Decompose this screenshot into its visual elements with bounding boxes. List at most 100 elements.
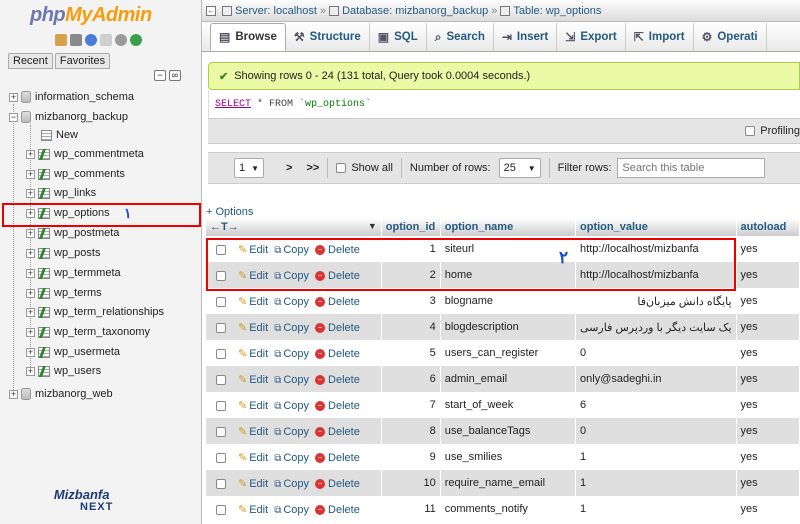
cell-option-value[interactable]: 0 — [575, 340, 737, 366]
expand-icon[interactable]: + — [26, 188, 35, 198]
delete-action[interactable]: − Delete — [315, 478, 360, 490]
copy-action[interactable]: ⧉ Copy — [274, 452, 309, 464]
logout-icon[interactable] — [70, 34, 82, 46]
cell-option-id[interactable]: 5 — [381, 340, 441, 366]
delete-action[interactable]: − Delete — [315, 426, 360, 438]
row-checkbox[interactable] — [216, 478, 226, 489]
expand-icon[interactable]: + — [26, 366, 35, 376]
sidebar-table-wp-term-relationships[interactable]: + wp_term_relationships — [26, 303, 164, 321]
breadcrumb-server[interactable]: Server: localhost — [235, 5, 317, 17]
header-option-value[interactable]: option_value — [575, 218, 737, 236]
sidebar-table-wp-term-taxonomy[interactable]: + wp_term_taxonomy — [26, 323, 150, 341]
table-label[interactable]: wp_posts — [54, 247, 100, 259]
expand-icon[interactable]: + — [26, 307, 35, 317]
copy-action[interactable]: ⧉ Copy — [274, 426, 309, 438]
table-label[interactable]: wp_term_taxonomy — [54, 326, 150, 338]
show-all-label[interactable]: Show all — [351, 162, 393, 174]
edit-action[interactable]: ✎ Edit — [238, 322, 268, 334]
help-icon[interactable] — [85, 34, 97, 46]
table-label[interactable]: wp_term_relationships — [54, 306, 164, 318]
sidebar-table-wp-links[interactable]: + wp_links — [26, 184, 96, 202]
sidebar-table-wp-comments[interactable]: + wp_comments — [26, 165, 125, 183]
cell-option-name[interactable]: comments_notify — [440, 496, 577, 522]
delete-label[interactable]: Delete — [328, 426, 360, 438]
table-icon[interactable] — [38, 346, 50, 358]
copy-action[interactable]: ⧉ Copy — [274, 504, 309, 516]
copy-action[interactable]: ⧉ Copy — [274, 296, 309, 308]
edit-action[interactable]: ✎ Edit — [238, 374, 268, 386]
sidebar-table-wp-termmeta[interactable]: + wp_termmeta — [26, 264, 121, 282]
cell-autoload[interactable]: yes — [736, 496, 800, 522]
cell-option-name[interactable]: blogdescription — [440, 314, 577, 340]
cell-option-value[interactable]: 1 — [575, 444, 737, 470]
cell-autoload[interactable]: yes — [736, 236, 800, 262]
edit-action[interactable]: ✎ Edit — [238, 426, 268, 438]
tab-browse[interactable]: ▤ Browse — [210, 23, 286, 51]
cell-option-value[interactable]: پایگاه دانش میزبان‌فا — [575, 288, 737, 314]
delete-label[interactable]: Delete — [328, 504, 360, 516]
edit-label[interactable]: Edit — [249, 374, 268, 386]
expand-icon[interactable]: + — [26, 149, 35, 159]
breadcrumb-database[interactable]: Database: mizbanorg_backup — [342, 5, 488, 17]
delete-label[interactable]: Delete — [328, 348, 360, 360]
copy-label[interactable]: Copy — [283, 478, 309, 490]
row-checkbox[interactable] — [216, 452, 226, 463]
edit-action[interactable]: ✎ Edit — [238, 348, 268, 360]
delete-action[interactable]: − Delete — [315, 400, 360, 412]
cell-autoload[interactable]: yes — [736, 262, 800, 288]
table-label[interactable]: wp_commentmeta — [54, 148, 144, 160]
db-item-mizbanorg-web[interactable]: + mizbanorg_web — [9, 385, 113, 403]
edit-action[interactable]: ✎ Edit — [238, 296, 268, 308]
tab-search[interactable]: ⌕ Search — [427, 23, 494, 51]
delete-action[interactable]: − Delete — [315, 296, 360, 308]
options-link[interactable]: + Options — [206, 206, 253, 218]
tab-sql[interactable]: ▣ SQL — [370, 23, 427, 51]
cell-option-id[interactable]: 6 — [381, 366, 441, 392]
copy-action[interactable]: ⧉ Copy — [274, 348, 309, 360]
expand-icon[interactable]: + — [9, 92, 18, 102]
column-arrows-icon[interactable]: ←T→ — [210, 221, 239, 233]
tab-import[interactable]: ⇱ Import — [626, 23, 694, 51]
cell-option-name[interactable]: users_can_register — [440, 340, 577, 366]
table-icon[interactable] — [38, 287, 50, 299]
delete-label[interactable]: Delete — [328, 400, 360, 412]
expand-icon[interactable]: + — [26, 327, 35, 337]
edit-label[interactable]: Edit — [249, 296, 268, 308]
copy-action[interactable]: ⧉ Copy — [274, 478, 309, 490]
cell-option-value[interactable]: 1 — [575, 470, 737, 496]
tab-insert[interactable]: ⇥ Insert — [494, 23, 558, 51]
copy-label[interactable]: Copy — [283, 296, 309, 308]
table-icon[interactable] — [38, 267, 50, 279]
tab-export[interactable]: ⇲ Export — [557, 23, 626, 51]
sql-keyword[interactable]: SELECT — [215, 99, 251, 110]
cell-option-value[interactable]: یک سایت دیگر با وردپرس فارسی — [575, 314, 737, 340]
delete-action[interactable]: − Delete — [315, 374, 360, 386]
cell-option-name[interactable]: start_of_week — [440, 392, 577, 418]
cell-option-name[interactable]: use_balanceTags — [440, 418, 577, 444]
expand-icon[interactable]: + — [26, 169, 35, 179]
table-icon[interactable] — [38, 187, 50, 199]
profiling-checkbox[interactable] — [745, 126, 756, 136]
delete-action[interactable]: − Delete — [315, 348, 360, 360]
sidebar-table-wp-commentmeta[interactable]: + wp_commentmeta — [26, 145, 144, 163]
cell-option-name[interactable]: use_smilies — [440, 444, 577, 470]
db-item-mizbanorg-backup[interactable]: − mizbanorg_backup — [9, 108, 128, 126]
edit-label[interactable]: Edit — [249, 348, 268, 360]
show-all-checkbox[interactable] — [336, 163, 347, 173]
edit-label[interactable]: Edit — [249, 322, 268, 334]
tab-operati[interactable]: ⚙ Operati — [694, 23, 767, 51]
new-label[interactable]: New — [56, 129, 78, 141]
back-icon[interactable]: ← — [206, 5, 216, 16]
docs-icon[interactable] — [100, 34, 112, 46]
copy-label[interactable]: Copy — [283, 426, 309, 438]
copy-label[interactable]: Copy — [283, 322, 309, 334]
delete-label[interactable]: Delete — [328, 452, 360, 464]
recent-tab[interactable]: Recent — [8, 53, 53, 69]
delete-action[interactable]: − Delete — [315, 504, 360, 516]
cell-option-value[interactable]: 0 — [575, 418, 737, 444]
sidebar-table-wp-posts[interactable]: + wp_posts — [26, 244, 100, 262]
table-icon[interactable] — [38, 306, 50, 318]
cell-autoload[interactable]: yes — [736, 470, 800, 496]
table-icon[interactable] — [38, 168, 50, 180]
copy-action[interactable]: ⧉ Copy — [274, 374, 309, 386]
